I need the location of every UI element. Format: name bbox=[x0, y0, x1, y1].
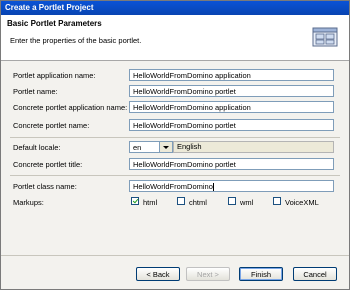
default-locale-select[interactable]: en bbox=[129, 141, 173, 153]
page-description: Enter the properties of the basic portle… bbox=[10, 36, 142, 45]
chevron-down-icon[interactable] bbox=[159, 142, 172, 152]
default-locale-value: en bbox=[133, 143, 142, 152]
separator bbox=[10, 137, 340, 138]
next-button[interactable]: Next > bbox=[186, 267, 230, 281]
markup-wml-checkbox[interactable] bbox=[228, 197, 236, 205]
concrete-title-label: Concrete portlet title: bbox=[13, 160, 83, 169]
markup-html-checkbox[interactable] bbox=[131, 197, 139, 205]
concrete-app-name-label: Concrete portlet application name: bbox=[13, 103, 128, 112]
concrete-title-input[interactable]: HelloWorldFromDomino portlet bbox=[129, 158, 334, 170]
page-title: Basic Portlet Parameters bbox=[7, 19, 102, 28]
concrete-portlet-name-label: Concrete portlet name: bbox=[13, 121, 90, 130]
app-name-label: Portlet application name: bbox=[13, 71, 96, 80]
markup-html-label: html bbox=[143, 198, 158, 207]
markup-chtml-checkbox[interactable] bbox=[177, 197, 185, 205]
portlet-name-input[interactable]: HelloWorldFromDomino portlet bbox=[129, 85, 334, 97]
markup-voicexml-checkbox[interactable] bbox=[273, 197, 281, 205]
markups-label: Markups: bbox=[13, 198, 44, 207]
window-title: Create a Portlet Project bbox=[5, 3, 94, 12]
separator bbox=[10, 175, 340, 176]
markup-chtml-label: chtml bbox=[189, 198, 207, 207]
class-name-input[interactable]: HelloWorldFromDomino bbox=[129, 180, 334, 192]
class-name-value: HelloWorldFromDomino bbox=[133, 182, 213, 191]
title-bar[interactable]: Create a Portlet Project bbox=[1, 1, 349, 15]
finish-button[interactable]: Finish bbox=[239, 267, 283, 281]
wizard-header: Basic Portlet Parameters Enter the prope… bbox=[1, 15, 349, 61]
text-cursor bbox=[212, 182, 214, 191]
portlet-project-icon bbox=[312, 27, 338, 47]
concrete-portlet-name-input[interactable]: HelloWorldFromDomino portlet bbox=[129, 119, 334, 131]
markup-voicexml-label: VoiceXML bbox=[285, 198, 319, 207]
class-name-label: Portlet class name: bbox=[13, 182, 77, 191]
cancel-button[interactable]: Cancel bbox=[293, 267, 337, 281]
default-locale-label: Default locale: bbox=[13, 143, 61, 152]
markup-wml-label: wml bbox=[240, 198, 254, 207]
portlet-name-label: Portlet name: bbox=[13, 87, 58, 96]
locale-display-field: English bbox=[173, 141, 334, 153]
concrete-app-name-input[interactable]: HelloWorldFromDomino application bbox=[129, 101, 334, 113]
footer-separator bbox=[1, 255, 349, 256]
wizard-window: Create a Portlet Project Basic Portlet P… bbox=[0, 0, 350, 290]
back-button[interactable]: < Back bbox=[136, 267, 180, 281]
app-name-input[interactable]: HelloWorldFromDomino application bbox=[129, 69, 334, 81]
